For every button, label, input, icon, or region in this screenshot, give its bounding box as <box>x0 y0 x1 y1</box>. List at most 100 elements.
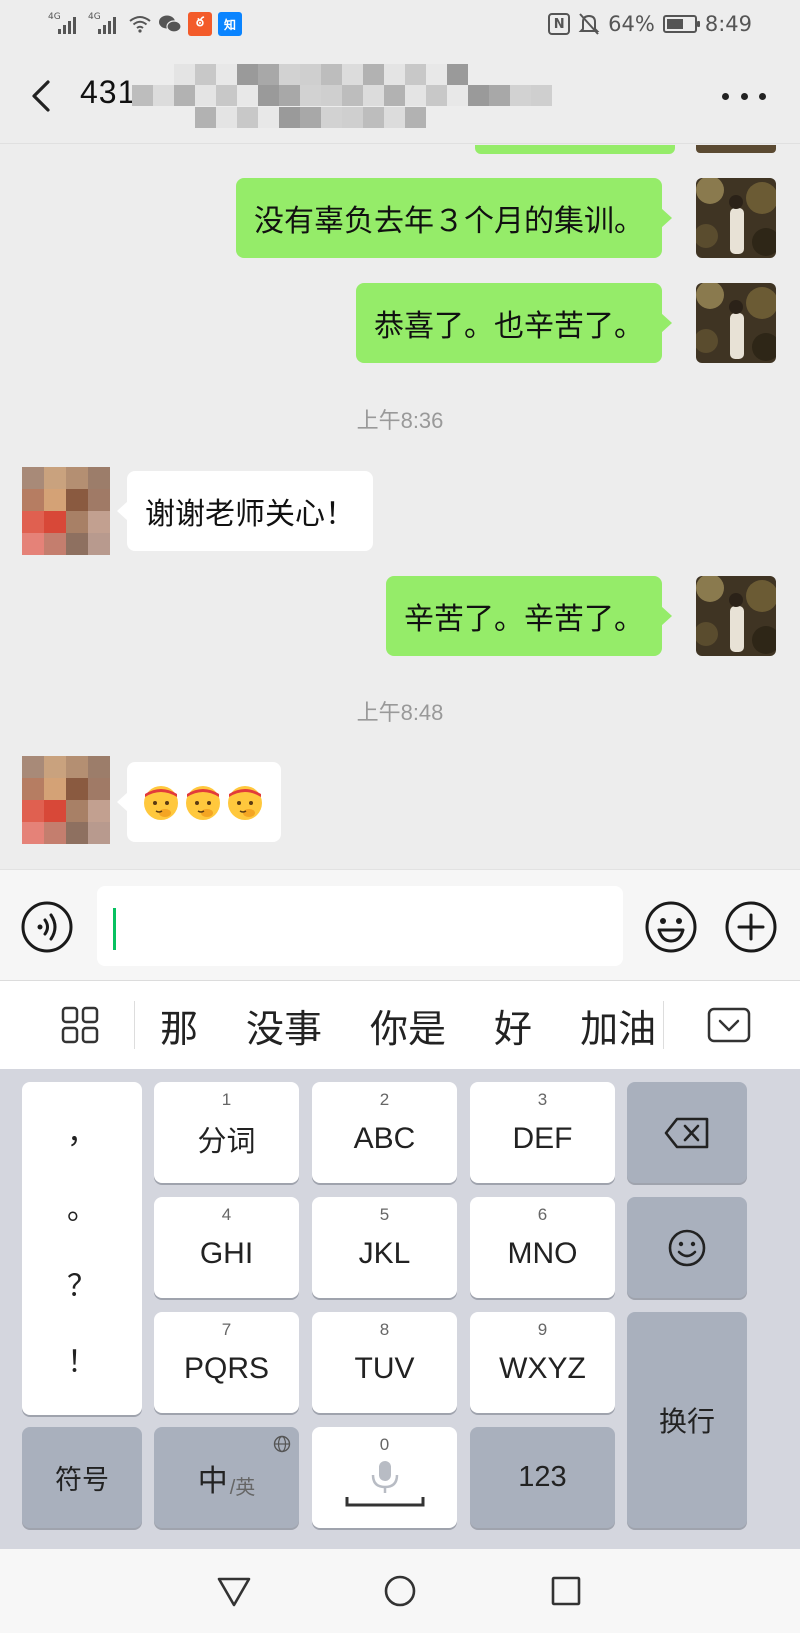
system-nav-bar <box>0 1549 800 1633</box>
key-8[interactable]: 8 TUV <box>312 1312 457 1413</box>
key-4[interactable]: 4 GHI <box>154 1197 299 1298</box>
backspace-icon <box>664 1117 709 1148</box>
salute-emoji <box>228 786 262 820</box>
space-key[interactable]: 0 <box>312 1427 457 1528</box>
key-number: 1 <box>221 1090 232 1109</box>
chat-title: 431 <box>80 74 137 110</box>
input-bar <box>0 869 800 981</box>
contact-avatar[interactable] <box>22 467 110 555</box>
key-label: 换行 <box>658 1405 715 1438</box>
key-7[interactable]: 7 PQRS <box>154 1312 299 1413</box>
chat-header: 431 <box>0 48 800 144</box>
message-timestamp: 上午8:48 <box>356 700 444 725</box>
key-1[interactable]: 1 分词 <box>154 1082 299 1183</box>
zhihu-icon: 知 <box>218 12 242 36</box>
key-number: 3 <box>537 1090 548 1109</box>
contact-avatar[interactable] <box>22 756 110 844</box>
key-number: 2 <box>379 1090 390 1109</box>
key-2[interactable]: 2 ABC <box>312 1082 457 1183</box>
key-label: GHI <box>199 1236 254 1270</box>
key-label: 中 <box>197 1463 228 1499</box>
nav-recent-icon[interactable] <box>546 1571 586 1611</box>
backspace-key[interactable] <box>627 1082 747 1183</box>
number-mode-key[interactable]: 123 <box>470 1427 615 1528</box>
symbol-key[interactable]: 符号 <box>22 1427 142 1528</box>
key-5[interactable]: 5 JKL <box>312 1197 457 1298</box>
back-icon[interactable] <box>24 74 60 118</box>
smiley-icon <box>668 1229 706 1266</box>
message-input[interactable] <box>97 886 623 966</box>
battery-percent: 64% <box>608 12 655 36</box>
candidate-word[interactable]: 加油 <box>580 998 656 1053</box>
nfc-icon: N <box>548 13 571 35</box>
message-bubble-out[interactable]: 辛苦了。辛苦了。 <box>386 576 672 656</box>
signal-icon: 4G <box>48 12 82 36</box>
more-icon[interactable] <box>722 84 766 108</box>
key-label: JKL <box>358 1236 411 1270</box>
wifi-icon <box>129 16 151 33</box>
key-number: 6 <box>537 1205 548 1224</box>
candidate-word[interactable]: 没事 <box>246 998 322 1053</box>
globe-icon <box>273 1435 291 1453</box>
message-timestamp: 上午8:36 <box>356 408 444 433</box>
emoji-icon[interactable] <box>644 900 698 954</box>
status-time: 8:49 <box>704 12 752 36</box>
punct-key[interactable]: ！ <box>67 1347 97 1378</box>
status-bar: 4G 4G ఠ 知 N 64% 8:49 <box>0 0 800 48</box>
grid-icon[interactable] <box>60 1005 100 1045</box>
key-number: 9 <box>537 1320 548 1339</box>
key-6[interactable]: 6 MNO <box>470 1197 615 1298</box>
key-label: 分词 <box>197 1123 256 1158</box>
battery-icon <box>662 15 700 33</box>
message-bubble-in[interactable]: 谢谢老师关心！ <box>117 471 373 551</box>
candidate-word[interactable]: 你是 <box>370 998 446 1053</box>
signal-icon: 4G <box>88 12 122 36</box>
title-redaction <box>132 64 552 128</box>
key-label: DEF <box>512 1121 573 1155</box>
voice-icon[interactable] <box>20 900 74 954</box>
divider <box>663 1001 664 1049</box>
candidate-list: 那 没事 你是 好 加油 <box>136 981 666 1069</box>
message-bubble-out[interactable]: 恭喜了。也辛苦了。 <box>356 283 672 363</box>
key-9[interactable]: 9 WXYZ <box>470 1312 615 1413</box>
key-label: MNO <box>507 1236 578 1270</box>
punct-key[interactable]: ？ <box>67 1271 97 1302</box>
punct-key[interactable]: 。 <box>67 1195 97 1225</box>
status-right: N 64% 8:49 <box>548 10 752 38</box>
candidate-word[interactable]: 好 <box>494 998 532 1053</box>
plus-icon[interactable] <box>724 900 778 954</box>
punctuation-column[interactable]: ， 。 ？ ！ <box>22 1082 142 1415</box>
divider <box>134 1001 135 1049</box>
nav-home-icon[interactable] <box>380 1571 420 1611</box>
key-label: WXYZ <box>499 1351 586 1385</box>
my-avatar[interactable] <box>696 576 776 656</box>
my-avatar-partial <box>696 145 776 153</box>
candidate-word[interactable]: 那 <box>160 998 198 1053</box>
punct-key[interactable]: ， <box>67 1119 97 1149</box>
message-bubble-out[interactable]: 没有辜负去年３个月的集训。 <box>236 178 672 258</box>
message-bubble-partial <box>475 145 675 154</box>
salute-emoji <box>186 786 220 820</box>
key-label: TUV <box>354 1351 415 1385</box>
status-left: 4G 4G ఠ 知 <box>48 10 242 38</box>
key-number: 8 <box>379 1320 390 1339</box>
mic-icon <box>345 1460 424 1506</box>
key-number: 7 <box>221 1320 232 1339</box>
key-3[interactable]: 3 DEF <box>470 1082 615 1183</box>
collapse-icon[interactable] <box>707 1005 751 1045</box>
nav-back-icon[interactable] <box>214 1571 254 1611</box>
emoji-key[interactable] <box>627 1197 747 1298</box>
wechat-icon <box>159 15 182 33</box>
message-bubble-in[interactable] <box>117 762 281 842</box>
enter-key[interactable]: 换行 <box>627 1312 747 1528</box>
chat-history[interactable]: 没有辜负去年３个月的集训。 恭喜了。也辛苦了。 上午8:36 谢谢老师关心！ 辛… <box>0 145 800 869</box>
key-number: 4 <box>221 1205 232 1224</box>
language-switch-key[interactable]: 中 /英 <box>154 1427 299 1528</box>
my-avatar[interactable] <box>696 283 776 363</box>
ime-candidate-bar: 那 没事 你是 好 加油 <box>0 981 800 1069</box>
keyboard: ， 。 ？ ！ 1 分词 2 ABC 3 DEF 4 GHI 5 JKL 6 M… <box>0 1069 800 1549</box>
salute-emoji <box>144 786 178 820</box>
key-sublabel: /英 <box>229 1476 256 1499</box>
key-label: ABC <box>353 1121 416 1155</box>
my-avatar[interactable] <box>696 178 776 258</box>
